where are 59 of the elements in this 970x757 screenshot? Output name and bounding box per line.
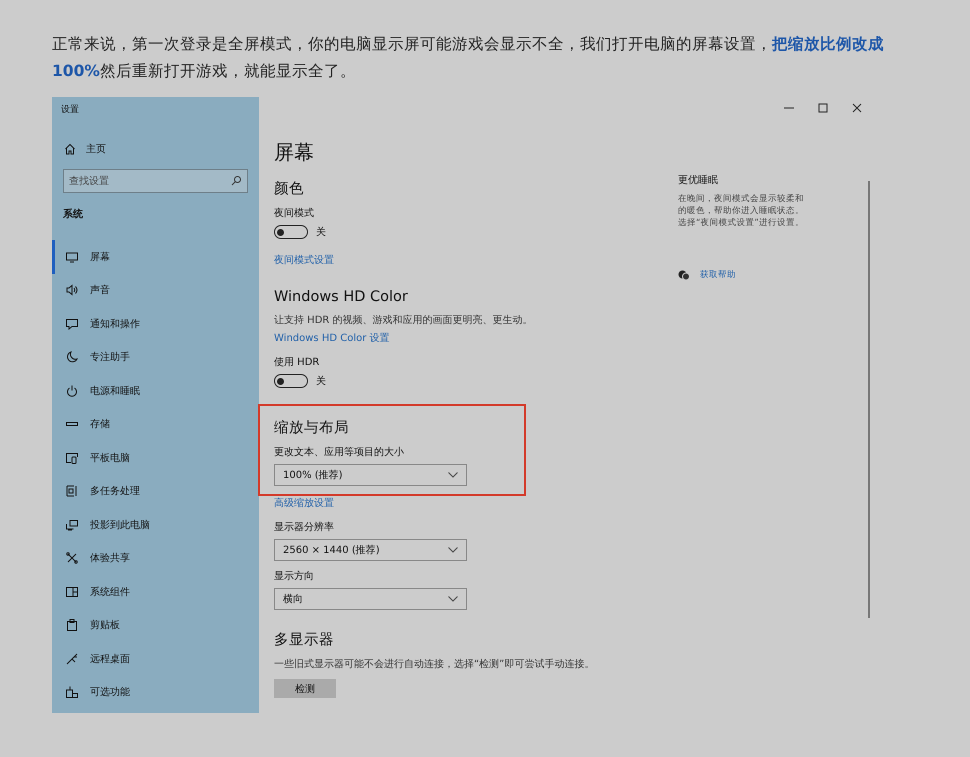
dropdown[interactable]: 100% (推荐) xyxy=(274,464,467,486)
setting-label: 显示器分辨率 xyxy=(274,520,335,534)
section-heading: 颜色 xyxy=(274,180,305,198)
setting-label: 更改文本、应用等项目的大小 xyxy=(274,446,405,459)
sidebar-item[interactable]: 系统组件 xyxy=(52,575,259,608)
search-input[interactable]: 查找设置 xyxy=(63,169,248,193)
sidebar-item[interactable]: 专注助手 xyxy=(52,340,259,374)
tablet-icon xyxy=(66,452,78,464)
panel-title: 更优睡眠 xyxy=(678,174,719,187)
intro-paragraph: 正常来说，第一次登录是全屏模式，你的电脑显示屏可能游戏会显示不全，我们打开电脑的屏幕设置，把缩放比例改成100%然后重新打开游戏，就能显示全了。 xyxy=(51,34,885,82)
scrollbar[interactable] xyxy=(868,181,870,618)
power-icon xyxy=(66,384,78,397)
moon-icon xyxy=(66,351,78,364)
toggle-state: 关 xyxy=(316,374,326,388)
page-title: 屏幕 xyxy=(274,139,315,166)
toggle-switch[interactable] xyxy=(274,374,308,388)
sidebar-item[interactable]: 存储 xyxy=(52,408,259,441)
window-title: 设置 xyxy=(60,104,80,117)
description-text: 一些旧式显示器可能不会进行自动连接，选择“检测”即可尝试手动连接。 xyxy=(274,658,596,671)
sidebar-item[interactable]: 远程桌面 xyxy=(52,642,259,676)
section-heading: 系统 xyxy=(63,208,84,222)
clip-icon xyxy=(66,619,78,632)
sidebar-item[interactable]: 屏幕 xyxy=(52,240,259,274)
sidebar-item[interactable]: 剪贴板 xyxy=(52,608,259,642)
settings-link[interactable]: 夜间模式设置 xyxy=(274,255,334,266)
sidebar-item[interactable]: 可选功能 xyxy=(52,676,259,709)
setting-label: 显示方向 xyxy=(274,570,315,583)
settings-link[interactable]: Windows HD Color 设置 xyxy=(274,333,390,344)
toggle-switch[interactable] xyxy=(274,225,308,239)
dropdown[interactable]: 横向 xyxy=(274,588,467,610)
monitor-icon xyxy=(66,250,78,263)
home-icon xyxy=(64,143,76,155)
search-icon xyxy=(231,175,242,186)
sidebar-item[interactable]: 通知和操作 xyxy=(52,307,259,340)
sidebar-item[interactable]: 多任务处理 xyxy=(52,474,259,508)
sidebar-item[interactable]: 平板电脑 xyxy=(52,441,259,474)
dropdown[interactable]: 2560 × 1440 (推荐) xyxy=(274,539,467,561)
setting-label: 使用 HDR xyxy=(274,356,320,369)
maximize-icon[interactable] xyxy=(818,103,828,113)
sidebar-item[interactable]: 投影到此电脑 xyxy=(52,508,259,542)
help-link[interactable]: 获取帮助 xyxy=(700,269,736,281)
detect-button[interactable]: 检测 xyxy=(274,679,336,698)
settings-link[interactable]: 高级缩放设置 xyxy=(274,498,334,509)
toggle-state: 关 xyxy=(316,226,326,239)
description-text: 让支持 HDR 的视频、游戏和应用的画面更明亮、更生动。 xyxy=(274,314,534,327)
section-heading: Windows HD Color xyxy=(274,289,409,305)
section-heading: 缩放与布局 xyxy=(274,419,350,437)
sound-icon xyxy=(66,284,78,296)
sidebar-item[interactable]: 声音 xyxy=(52,274,259,307)
sidebar-item[interactable]: 电源和睡眠 xyxy=(52,374,259,408)
home-link[interactable]: 主页 xyxy=(64,142,106,156)
chevron-icon xyxy=(448,596,458,602)
setting-label: 夜间模式 xyxy=(274,206,315,220)
chevron-icon xyxy=(448,547,458,553)
close-icon[interactable] xyxy=(852,103,862,113)
sidebar-item[interactable]: 体验共享 xyxy=(52,542,259,575)
panel-text: 在晚间，夜间模式会显示较柔和的暖色，帮助你进入睡眠状态。选择“夜间模式设置”进行设置。 xyxy=(678,193,805,229)
section-heading: 多显示器 xyxy=(274,631,335,649)
chevron-icon xyxy=(448,472,458,478)
